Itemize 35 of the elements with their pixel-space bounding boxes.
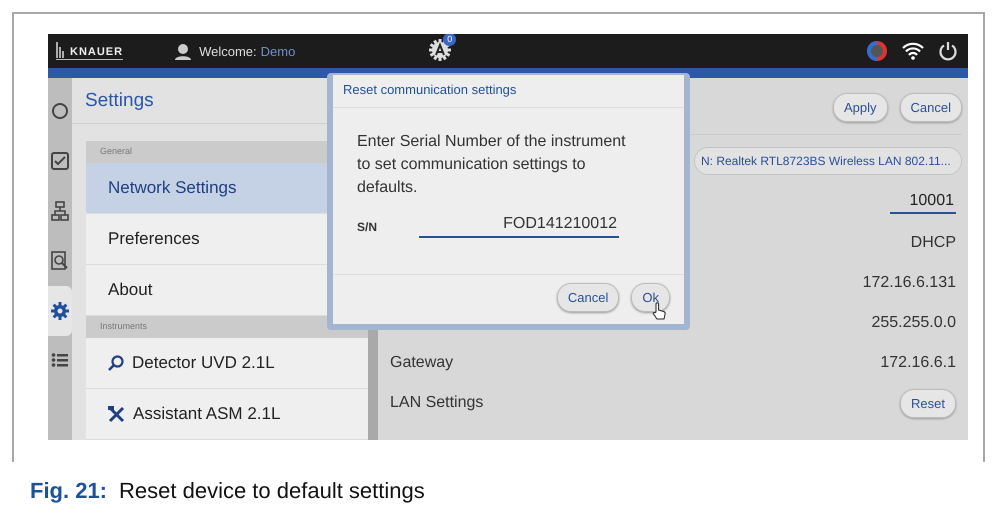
brand-logo: KNAUER	[56, 42, 124, 60]
reset-button[interactable]: Reset	[900, 388, 956, 418]
figure-label: Fig. 21:	[30, 478, 108, 504]
wifi-icon[interactable]	[902, 42, 924, 60]
dialog-title: Reset communication settings	[333, 75, 684, 108]
serial-input[interactable]: FOD141210012	[419, 215, 619, 238]
user-name: Demo	[260, 44, 296, 58]
power-icon[interactable]	[938, 41, 958, 61]
magnifier-document-icon	[51, 251, 69, 271]
toolbar-button[interactable]: Apply	[833, 92, 888, 122]
settings-icon	[51, 302, 69, 320]
notification-badge: 0	[443, 34, 456, 46]
user-icon	[175, 42, 192, 60]
setting-label: Gateway	[390, 354, 454, 372]
section-header: Instruments	[86, 316, 368, 338]
port-field[interactable]: 10001	[890, 192, 956, 214]
settings-title: Settings	[85, 90, 154, 112]
toolbar-button[interactable]: Cancel	[900, 92, 962, 122]
hand-cursor-icon	[652, 302, 666, 320]
checkbox-icon	[51, 152, 69, 170]
setting-value: 255.255.0.0	[871, 314, 956, 332]
dialog-button[interactable]: Ok	[631, 283, 670, 312]
setting-value: 172.16.6.131	[862, 274, 956, 292]
dialog-button[interactable]: Cancel	[556, 283, 620, 312]
status-circle-icon[interactable]	[866, 40, 888, 62]
setting-value: 172.16.6.1	[880, 354, 956, 372]
setting-value: DHCP	[910, 234, 956, 252]
figure-caption: Reset device to default settings	[119, 478, 425, 504]
setting-label: LAN Settings	[390, 394, 484, 412]
flowchart-icon	[51, 201, 69, 221]
circle-icon	[51, 102, 69, 120]
welcome-label: Welcome:	[199, 44, 257, 58]
search-icon	[108, 355, 124, 371]
adapter-dropdown[interactable]: N: Realtek RTL8723BS Wireless LAN 802.11...	[694, 147, 962, 175]
list-icon	[51, 352, 69, 370]
